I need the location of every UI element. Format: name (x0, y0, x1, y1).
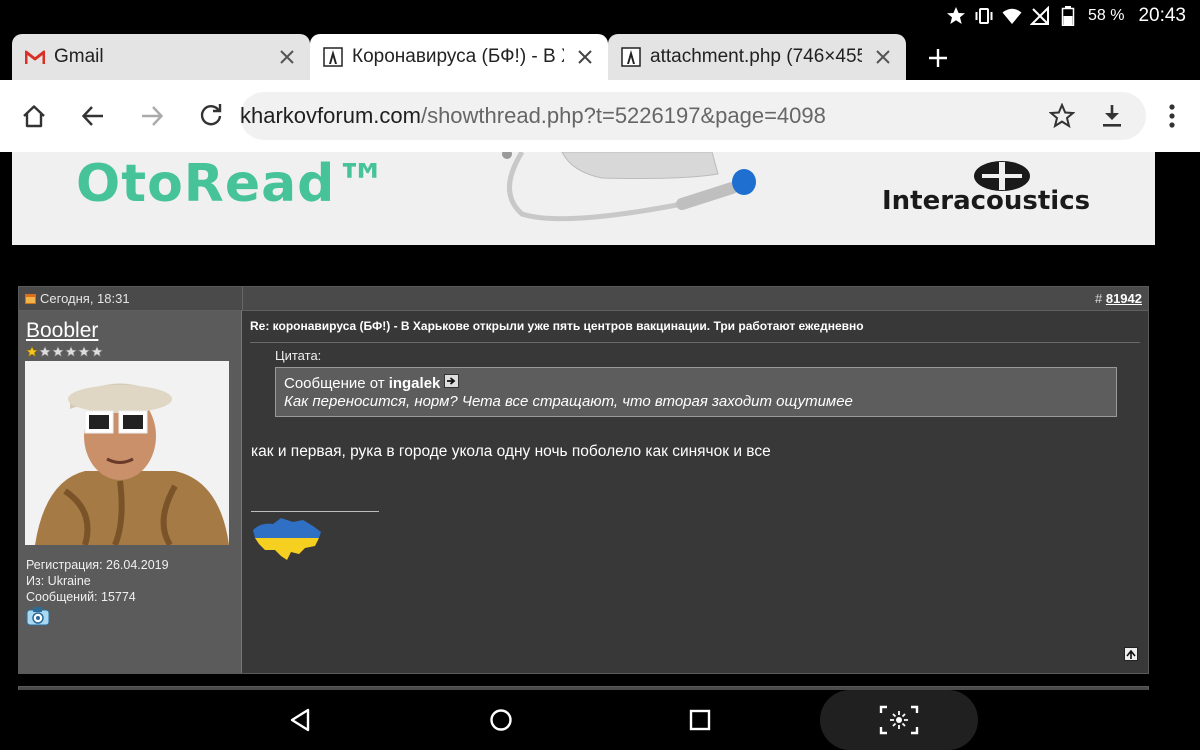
quote-text: Как переносится, норм? Чета все стращают… (284, 393, 853, 410)
quote-block: Сообщение от ingalek Как переносится, но… (275, 367, 1117, 417)
bookmark-button[interactable] (1042, 96, 1082, 136)
url-host: kharkovforum.com (240, 103, 421, 128)
quote-from-prefix: Сообщение от (284, 374, 385, 392)
nav-home-button[interactable] (485, 704, 517, 736)
nav-back-button[interactable] (284, 704, 316, 736)
post-content: Re: коронавируса (БФ!) - В Харькове откр… (243, 311, 1148, 673)
arrow-right-icon (142, 106, 164, 126)
forum-favicon (322, 46, 344, 68)
close-icon[interactable] (872, 46, 894, 68)
plus-icon (929, 49, 947, 67)
address-bar[interactable]: kharkovforum.com/showthread.php?t=522619… (240, 92, 1146, 140)
tab-gmail[interactable]: Gmail (12, 34, 310, 80)
capture-icon (879, 705, 919, 735)
banner-brand: OtoRead™ (76, 154, 389, 214)
reload-button[interactable] (191, 96, 231, 136)
header-divider (242, 287, 243, 311)
tab-strip: Gmail Коронавируса (БФ!) - В Харькове at… (0, 32, 1200, 80)
forum-post: Сегодня, 18:31 # 81942 Boobler Регистрац… (18, 286, 1149, 674)
reputation-stars (26, 346, 103, 357)
post-number-prefix: # (1095, 291, 1106, 306)
tab-attachment[interactable]: attachment.php (746×455) (608, 34, 906, 80)
url-path: /showthread.php?t=5226197&page=4098 (420, 103, 826, 128)
post-permalink[interactable]: 81942 (1106, 291, 1142, 306)
post-date-text: Сегодня, 18:31 (40, 291, 130, 306)
clock: 20:43 (1138, 5, 1186, 26)
tablet-screen: 58 % 20:43 Gmail Коронавируса (БФ!) - В … (0, 0, 1200, 750)
home-button[interactable] (14, 96, 54, 136)
navigation-bar (0, 690, 1200, 750)
signature-divider (251, 511, 379, 512)
post-title: Re: коронавируса (БФ!) - В Харькове откр… (250, 319, 864, 333)
status-bar: 58 % 20:43 (0, 0, 1200, 32)
tab-title: attachment.php (746×455) (650, 46, 862, 67)
tab-title: Gmail (54, 46, 104, 67)
banner-company: Interacoustics (882, 186, 1091, 216)
post-header: Сегодня, 18:31 # 81942 (19, 287, 1148, 311)
star-icon (946, 6, 966, 26)
album-icon[interactable] (26, 606, 50, 626)
reload-icon (200, 104, 222, 126)
download-button[interactable] (1092, 96, 1132, 136)
quote-source: Сообщение от ingalek (284, 374, 1108, 392)
user-info: Регистрация: 26.04.2019 Из: Ukraine Сооб… (26, 557, 169, 605)
post-date: Сегодня, 18:31 (25, 291, 130, 306)
browser-toolbar: kharkovforum.com/showthread.php?t=522619… (0, 80, 1200, 152)
menu-button[interactable] (1152, 96, 1192, 136)
user-sidebar: Boobler Регистрация: 26.04.2019 Из: Ukra… (19, 311, 242, 673)
close-icon[interactable] (276, 46, 298, 68)
home-icon (23, 105, 45, 128)
user-location: Из: Ukraine (26, 574, 91, 588)
registration-date: Регистрация: 26.04.2019 (26, 558, 169, 572)
star-outline-icon (1049, 103, 1075, 129)
star-filled-icon (26, 346, 38, 357)
back-button[interactable] (73, 96, 113, 136)
star-empty-icon (91, 346, 103, 357)
quote-label: Цитата: (275, 348, 322, 363)
arrow-left-icon (81, 106, 103, 126)
post-number: # 81942 (1095, 291, 1142, 306)
web-page: OtoRead™ Interacoustics Сегодня, 18:31 #… (0, 152, 1200, 690)
ad-banner[interactable]: OtoRead™ Interacoustics (12, 152, 1155, 245)
forward-button[interactable] (132, 96, 172, 136)
post-message: как и первая, рука в городе укола одну н… (251, 443, 771, 460)
ukraine-map-icon (251, 516, 323, 564)
tab-forum[interactable]: Коронавируса (БФ!) - В Харькове (310, 34, 608, 80)
device-image (502, 152, 756, 222)
gmail-icon (24, 46, 46, 68)
star-empty-icon (65, 346, 77, 357)
more-vert-icon (1169, 104, 1175, 128)
tab-title: Коронавируса (БФ!) - В Харькове (352, 46, 564, 67)
star-empty-icon (78, 346, 90, 357)
download-icon (1103, 105, 1121, 127)
post-status-icon (25, 294, 36, 304)
screenshot-capture-button[interactable] (820, 690, 978, 750)
username-link[interactable]: Boobler (26, 319, 98, 343)
view-post-icon[interactable] (444, 374, 460, 392)
square-recents-icon (689, 709, 711, 731)
url-text: kharkovforum.com/showthread.php?t=522619… (240, 92, 826, 140)
scroll-top-icon[interactable] (1124, 647, 1138, 661)
star-empty-icon (39, 346, 51, 357)
star-empty-icon (52, 346, 64, 357)
message-count: Сообщений: 15774 (26, 590, 136, 604)
user-avatar[interactable] (25, 361, 229, 545)
vibrate-icon (974, 6, 994, 26)
quote-author: ingalek (388, 374, 441, 392)
wifi-icon (1002, 6, 1022, 26)
title-divider (250, 342, 1140, 343)
circle-home-icon (490, 709, 512, 731)
battery-icon (1058, 6, 1078, 26)
close-icon[interactable] (574, 46, 596, 68)
battery-percent: 58 % (1087, 7, 1125, 24)
no-signal-icon (1029, 6, 1050, 26)
new-tab-button[interactable] (922, 42, 954, 74)
nav-recents-button[interactable] (684, 704, 716, 736)
triangle-back-icon (290, 708, 310, 732)
forum-favicon (620, 46, 642, 68)
